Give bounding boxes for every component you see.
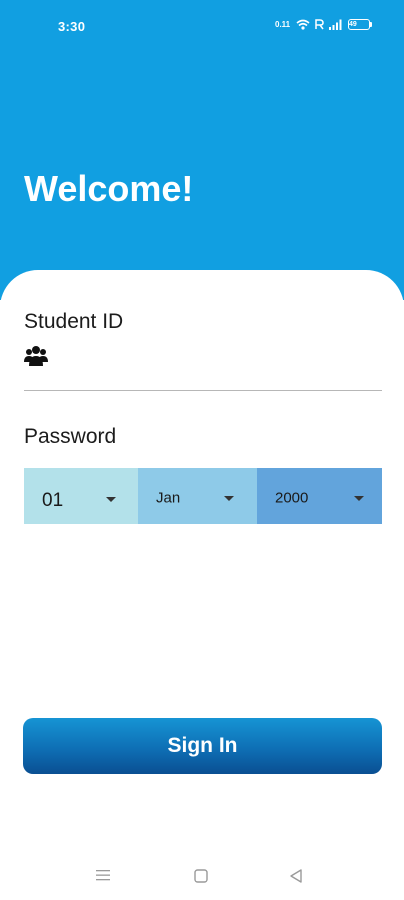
- chevron-down-icon: [224, 496, 234, 501]
- month-dropdown[interactable]: Jan: [138, 468, 257, 524]
- year-value: 2000: [275, 489, 309, 507]
- network-speed-indicator: 0.11: [275, 19, 291, 29]
- signal-r-icon: [315, 19, 324, 30]
- system-nav-bar: [0, 852, 404, 900]
- status-icons: 0.11 49: [275, 19, 372, 30]
- status-bar: 3:30 0.11 49: [0, 0, 404, 56]
- menu-icon[interactable]: [95, 868, 111, 887]
- student-id-label: Student ID: [24, 310, 124, 333]
- signal-bars-icon: [329, 19, 343, 30]
- password-label: Password: [24, 425, 117, 448]
- chevron-down-icon: [106, 497, 116, 502]
- wifi-icon: [296, 19, 310, 30]
- sign-in-button[interactable]: Sign In: [23, 718, 382, 774]
- login-card: [0, 270, 404, 900]
- day-dropdown[interactable]: 01: [24, 468, 138, 524]
- month-value: Jan: [156, 489, 181, 507]
- status-time: 3:30: [58, 19, 86, 34]
- page-title: Welcome!: [24, 168, 194, 209]
- users-icon: [24, 345, 48, 367]
- chevron-down-icon: [354, 496, 364, 501]
- battery-level: 49: [348, 19, 370, 30]
- student-id-input[interactable]: [24, 390, 382, 391]
- battery-icon: 49: [348, 19, 372, 30]
- back-icon[interactable]: [288, 868, 304, 889]
- year-dropdown[interactable]: 2000: [257, 468, 382, 524]
- day-value: 01: [42, 490, 64, 511]
- home-icon[interactable]: [193, 868, 209, 889]
- password-date-picker: 01 Jan 2000: [24, 468, 382, 524]
